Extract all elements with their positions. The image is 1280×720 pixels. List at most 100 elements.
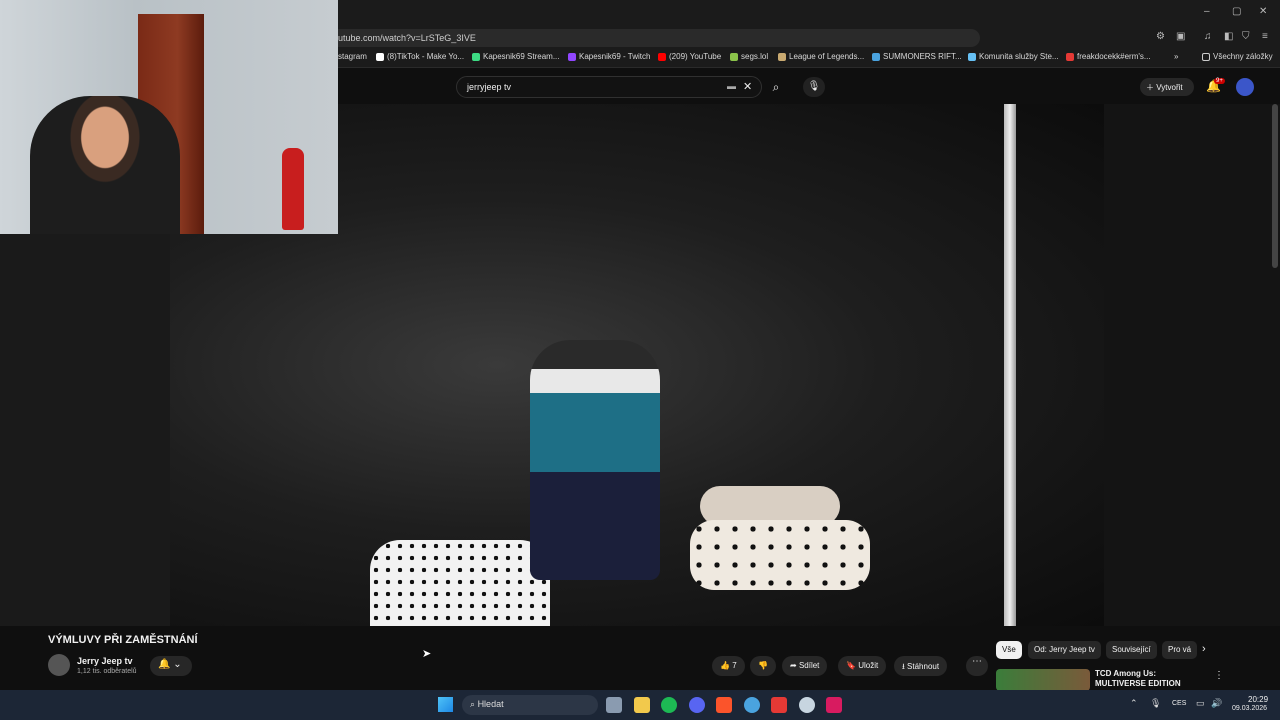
- tiktok-icon: [376, 52, 384, 61]
- create-button[interactable]: ＋ Vytvořit: [1140, 78, 1194, 96]
- vpn-icon[interactable]: ⛉: [1242, 31, 1250, 42]
- recommended-menu-icon[interactable]: ⋮: [1214, 670, 1224, 681]
- kick-icon: [472, 52, 480, 61]
- clock-time[interactable]: 20:29: [1248, 695, 1268, 704]
- page-scrollbar[interactable]: [1272, 104, 1278, 268]
- chip-all[interactable]: Vše: [996, 641, 1022, 659]
- notification-badge: 9+: [1214, 78, 1225, 84]
- bookmark-label: SUMMONERS RIFT...: [883, 52, 962, 61]
- bookmark-tiktok[interactable]: (8)TikTok - Make Yo...: [376, 52, 464, 61]
- summoners-icon: [872, 52, 880, 61]
- tray-chevron-up-icon[interactable]: ⌃: [1130, 698, 1138, 709]
- download-button[interactable]: ⭳ Stáhnout: [894, 656, 948, 676]
- all-bookmarks-label: Všechny záložky: [1213, 52, 1273, 61]
- bookmark-icon: 🔖: [846, 661, 856, 670]
- twitch-icon: [568, 52, 576, 61]
- more-actions-button[interactable]: ⋯: [966, 656, 988, 676]
- bookmark-league[interactable]: League of Legends...: [778, 52, 864, 61]
- recommended-thumbnail[interactable]: [996, 669, 1090, 691]
- voice-search-button[interactable]: 🎙: [803, 77, 825, 97]
- bookmark-label: Kapesnik69 - Twitch: [579, 52, 651, 61]
- app-v-icon[interactable]: [826, 697, 842, 713]
- subscription-bell-button[interactable]: 🔔 ⌄: [150, 656, 192, 676]
- more-icon: ⋯: [972, 656, 982, 667]
- search-icon: ⌕: [470, 699, 476, 709]
- save-button[interactable]: 🔖 Uložit: [838, 656, 887, 676]
- thumbs-down-icon: 👎: [758, 661, 768, 670]
- taskbar-search[interactable]: ⌕ Hledat: [462, 695, 598, 715]
- like-button[interactable]: 👍 7: [712, 656, 745, 676]
- video-scene-pole: [1004, 104, 1016, 626]
- more-bookmarks-icon[interactable]: »: [1174, 52, 1178, 61]
- channel-avatar[interactable]: [48, 654, 70, 676]
- steam-icon: [968, 52, 976, 61]
- clear-search-icon[interactable]: ✕: [743, 80, 752, 93]
- video-scene-blanket: [370, 540, 550, 626]
- chevron-right-icon[interactable]: ›: [1202, 643, 1206, 655]
- webcam-bottle: [282, 148, 304, 230]
- menu-icon[interactable]: ≡: [1262, 31, 1268, 42]
- freak-icon: [1066, 52, 1074, 61]
- bookmark-label: Kapesnik69 Stream...: [483, 52, 560, 61]
- address-bar[interactable]: utube.com/watch?v=LrSTeG_3IVE: [330, 29, 980, 47]
- bookmark-summoners[interactable]: SUMMONERS RIFT...: [872, 52, 962, 61]
- webcam-overlay: [0, 0, 338, 234]
- bookmark-steam[interactable]: Komunita služby Ste...: [968, 52, 1059, 61]
- bookmark-label: (8)TikTok - Make Yo...: [387, 52, 465, 61]
- bookmark-kapesnik-stream[interactable]: Kapesnik69 Stream...: [472, 52, 559, 61]
- share-button[interactable]: ➦ Sdílet: [782, 656, 828, 676]
- brave-icon[interactable]: [716, 697, 732, 713]
- bookmark-youtube[interactable]: (209) YouTube: [658, 52, 721, 61]
- media-icon[interactable]: ♫: [1204, 31, 1212, 42]
- search-value: jerryjeep tv: [467, 82, 512, 92]
- recommended-title[interactable]: TCD Among Us: MULTIVERSE EDITION: [1095, 669, 1205, 689]
- share-icon: ➦: [790, 661, 797, 670]
- youtube-icon: [658, 52, 666, 61]
- chip-from-channel[interactable]: Od: Jerry Jeep tv: [1028, 641, 1101, 659]
- windows-start-icon[interactable]: [438, 697, 453, 712]
- bookmark-segs[interactable]: segs.lol: [730, 52, 768, 61]
- keyboard-icon[interactable]: ▬: [727, 81, 736, 91]
- mic-icon: 🎙: [807, 81, 821, 92]
- tray-mic-icon[interactable]: 🎙: [1150, 698, 1161, 709]
- discord-icon[interactable]: [689, 697, 705, 713]
- dislike-button[interactable]: 👎: [750, 656, 776, 676]
- bookmark-twitch[interactable]: Kapesnik69 - Twitch: [568, 52, 650, 61]
- app-steam-icon[interactable]: [799, 697, 815, 713]
- bookmark-instagram[interactable]: stagram: [338, 52, 367, 61]
- bookmark-freak[interactable]: freakdocekk#erm's...: [1066, 52, 1151, 61]
- share-label: Sdílet: [798, 661, 820, 670]
- sidebar-icon[interactable]: ◧: [1224, 31, 1233, 42]
- tray-network-icon[interactable]: ▭: [1196, 698, 1205, 709]
- mouse-cursor-icon: ➤: [422, 648, 432, 660]
- channel-name[interactable]: Jerry Jeep tv: [77, 656, 133, 666]
- search-icon: ⌕: [772, 80, 780, 94]
- chip-related[interactable]: Související: [1106, 641, 1157, 659]
- file-explorer-icon[interactable]: [634, 697, 650, 713]
- page-background-right: [1104, 104, 1280, 626]
- league-icon: [778, 52, 786, 61]
- all-bookmarks[interactable]: Všechny záložky: [1202, 52, 1273, 61]
- app-red-icon[interactable]: [771, 697, 787, 713]
- video-scene-pillow-spotted: [690, 520, 870, 590]
- tray-volume-icon[interactable]: 🔊: [1211, 698, 1222, 709]
- video-scene-person: [530, 340, 660, 580]
- app-c-icon[interactable]: [744, 697, 760, 713]
- account-avatar[interactable]: [1236, 78, 1254, 96]
- close-window-icon[interactable]: ✕: [1259, 6, 1267, 17]
- create-label: Vytvořit: [1156, 83, 1183, 92]
- bookmark-label: League of Legends...: [789, 52, 865, 61]
- search-button[interactable]: ⌕: [762, 76, 790, 98]
- extensions-icon[interactable]: ⚙: [1156, 31, 1165, 42]
- wallet-icon[interactable]: ▣: [1176, 31, 1185, 42]
- clock-date[interactable]: 09.03.2026: [1232, 705, 1267, 712]
- video-title: VÝMLUVY PŘI ZAMĚSTNÁNÍ: [48, 634, 198, 646]
- search-input[interactable]: jerryjeep tv ▬ ✕: [456, 76, 762, 98]
- tray-language[interactable]: CES: [1172, 700, 1186, 707]
- spotify-icon[interactable]: [661, 697, 677, 713]
- chip-for-you[interactable]: Pro vá: [1162, 641, 1198, 659]
- minimize-icon[interactable]: –: [1204, 6, 1210, 17]
- task-view-icon[interactable]: [606, 697, 622, 713]
- download-icon: ⭳: [902, 662, 905, 671]
- maximize-icon[interactable]: ▢: [1232, 6, 1241, 17]
